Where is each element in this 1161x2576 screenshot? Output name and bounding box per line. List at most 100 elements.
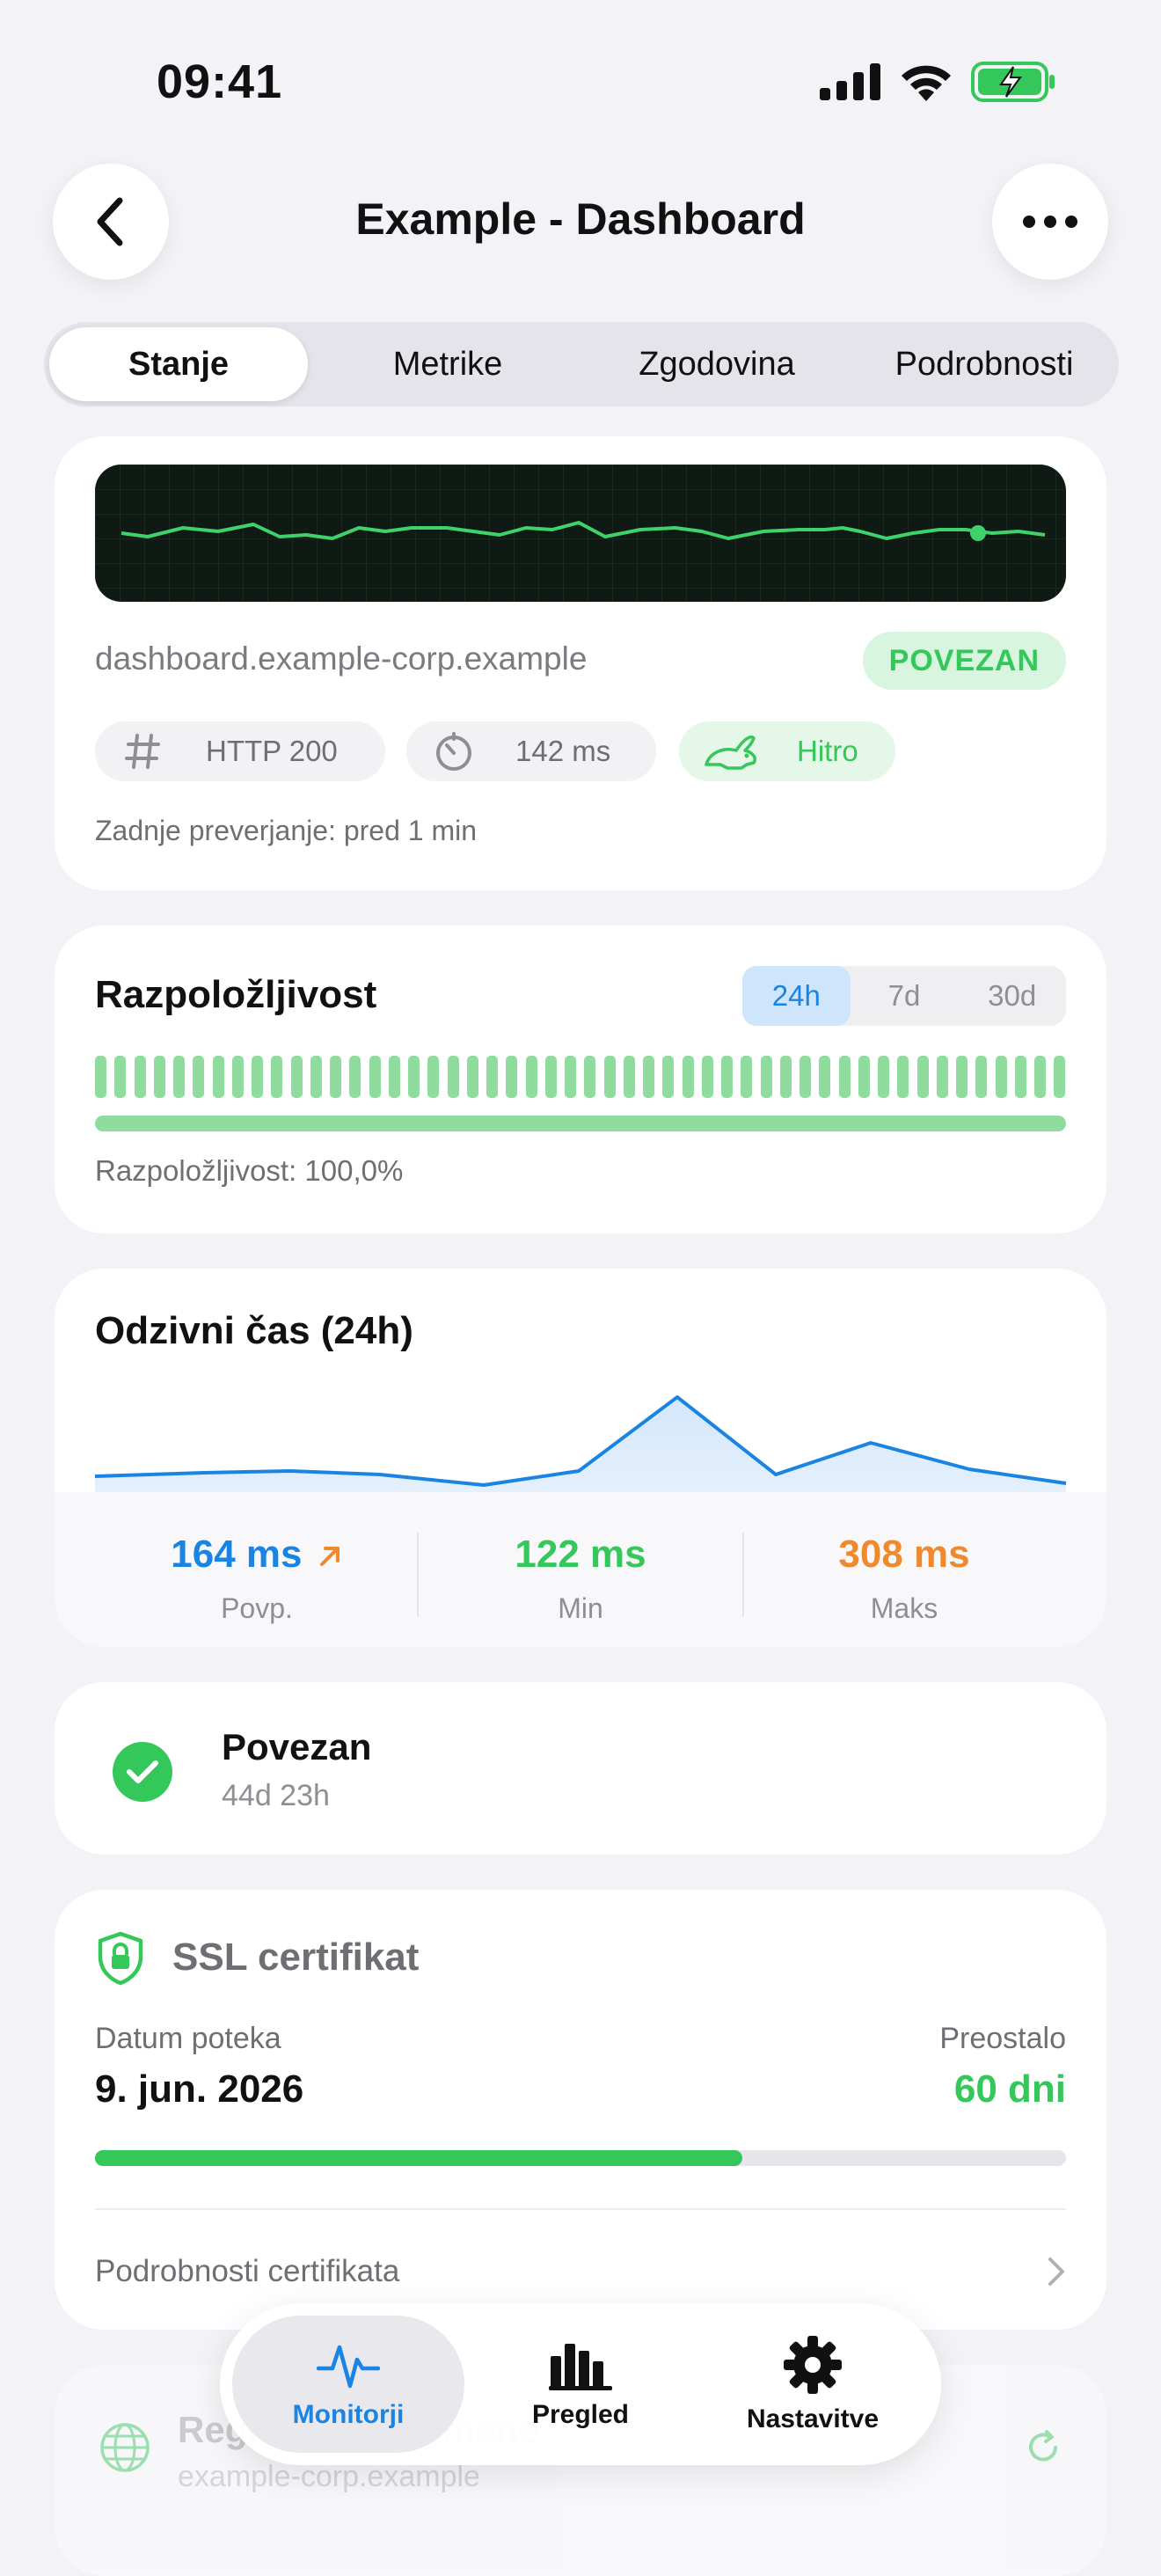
uptime-bar [95, 1116, 1066, 1131]
uptime-tick [388, 1056, 400, 1098]
expiry-label: Datum poteka [95, 2022, 281, 2055]
uptime-tick [779, 1056, 792, 1098]
status-badge: POVEZAN [862, 632, 1066, 690]
uptime-tick [1034, 1056, 1046, 1098]
certificate-details-label: Podrobnosti certifikata [95, 2254, 400, 2288]
avg-value: 164 ms [171, 1533, 303, 1576]
last-check-text: Zadnje preverjanje: pred 1 min [95, 815, 478, 846]
cellular-signal-icon [820, 63, 880, 100]
uptime-tick [623, 1056, 635, 1098]
tab-monitorji[interactable]: Monitorji [232, 2316, 464, 2453]
min-label: Min [558, 1592, 603, 1624]
checkmark-icon [113, 1742, 172, 1802]
segmented-control: Stanje Metrike Zgodovina Podrobnosti [44, 322, 1119, 406]
uptime-tick [134, 1056, 146, 1098]
tab-podrobnosti[interactable]: Podrobnosti [855, 327, 1114, 401]
min-stat: 122 ms Min [419, 1533, 742, 1625]
latency-pill: 142 ms [406, 721, 656, 781]
uptime-tick [858, 1056, 870, 1098]
uptime-tick [212, 1056, 224, 1098]
range-24h[interactable]: 24h [742, 966, 851, 1026]
uptime-tick [662, 1056, 675, 1098]
uptime-tick [408, 1056, 420, 1098]
uptime-tick [800, 1056, 811, 1098]
uptime-tick [506, 1056, 518, 1098]
uptime-tick [838, 1056, 851, 1098]
uptime-tick [995, 1056, 1007, 1098]
uptime-tick [544, 1056, 557, 1098]
range-selector: 24h 7d 30d [742, 966, 1066, 1026]
range-7d[interactable]: 7d [851, 966, 959, 1026]
status-icons [820, 62, 1055, 102]
max-label: Maks [870, 1592, 938, 1624]
uptime-tick [956, 1056, 968, 1098]
uptime-tick [427, 1056, 440, 1098]
chevron-right-icon [1048, 2258, 1064, 2286]
tab-pregled[interactable]: Pregled [464, 2316, 697, 2453]
uptime-tick [682, 1056, 694, 1098]
heartbeat-graph [95, 465, 1066, 602]
speed-pill: Hitro [679, 721, 895, 781]
trend-up-icon [319, 1547, 340, 1567]
tab-zgodovina[interactable]: Zgodovina [588, 327, 846, 401]
connection-card: Povezan 44d 23h [55, 1682, 1106, 1855]
uptime-tick [310, 1056, 322, 1098]
more-options-button[interactable] [992, 164, 1108, 280]
hare-icon [700, 731, 762, 772]
expiry-date: 9. jun. 2026 [95, 2067, 304, 2111]
gear-icon [784, 2336, 842, 2394]
uptime-tick [1054, 1056, 1066, 1098]
uptime-tick [584, 1056, 596, 1098]
refresh-icon[interactable] [1024, 2428, 1062, 2471]
availability-title: Razpoložljivost [95, 973, 377, 1016]
max-stat: 308 ms Maks [742, 1533, 1066, 1625]
uptime-tick [173, 1056, 185, 1098]
shield-lock-icon [95, 1930, 146, 1991]
connection-title: Povezan [222, 1726, 372, 1767]
response-time-card: Odzivni čas (24h) 164 ms Povp. 122 ms Mi… [55, 1269, 1106, 1647]
tab-stanje[interactable]: Stanje [49, 327, 308, 401]
tab-nastavitve[interactable]: Nastavitve [697, 2316, 929, 2453]
remaining-label: Preostalo [939, 2022, 1066, 2055]
wifi-icon [902, 65, 951, 101]
uptime-tick [193, 1056, 205, 1098]
uptime-tick [369, 1056, 381, 1098]
remaining-value: 60 dni [953, 2067, 1066, 2111]
uptime-tick [290, 1056, 303, 1098]
uptime-tick [741, 1056, 753, 1098]
uptime-tick [486, 1056, 498, 1098]
uptime-tick [447, 1056, 459, 1098]
waveform-icon [317, 2345, 380, 2389]
avg-stat: 164 ms Povp. [95, 1533, 419, 1625]
uptime-tick [1014, 1056, 1026, 1098]
ssl-progress-fill [95, 2150, 742, 2166]
uptime-tick [936, 1056, 948, 1098]
uptime-tick [897, 1056, 909, 1098]
uptime-ticks [95, 1056, 1066, 1098]
page-title: Example - Dashboard [355, 194, 806, 244]
certificate-details-link[interactable]: Podrobnosti certifikata [95, 2245, 1066, 2298]
monitor-url: dashboard.example-corp.example [95, 640, 588, 677]
battery-charging-icon [971, 62, 1055, 102]
uptime-tick [603, 1056, 616, 1098]
uptime-tick [819, 1056, 831, 1098]
uptime-tick [231, 1056, 244, 1098]
availability-card: Razpoložljivost 24h 7d 30d Razpoložljivo… [55, 926, 1106, 1233]
tab-metrike[interactable]: Metrike [318, 327, 577, 401]
uptime-tick [349, 1056, 361, 1098]
range-30d[interactable]: 30d [958, 966, 1066, 1026]
uptime-tick [271, 1056, 283, 1098]
hashtag-icon [116, 732, 169, 771]
status-time: 09:41 [157, 55, 283, 108]
ellipsis-icon [1023, 216, 1077, 228]
min-value: 122 ms [515, 1533, 646, 1576]
uptime-tick [721, 1056, 733, 1098]
uptime-tick [114, 1056, 127, 1098]
uptime-tick [565, 1056, 576, 1098]
ssl-card: SSL certifikat Datum poteka 9. jun. 2026… [55, 1890, 1106, 2330]
tab-bar: Monitorji Pregled Nastavitve [220, 2303, 941, 2465]
bar-chart-icon [549, 2344, 612, 2390]
uptime-tick [95, 1056, 106, 1098]
uptime-tick [643, 1056, 654, 1098]
uptime-tick [878, 1056, 889, 1098]
